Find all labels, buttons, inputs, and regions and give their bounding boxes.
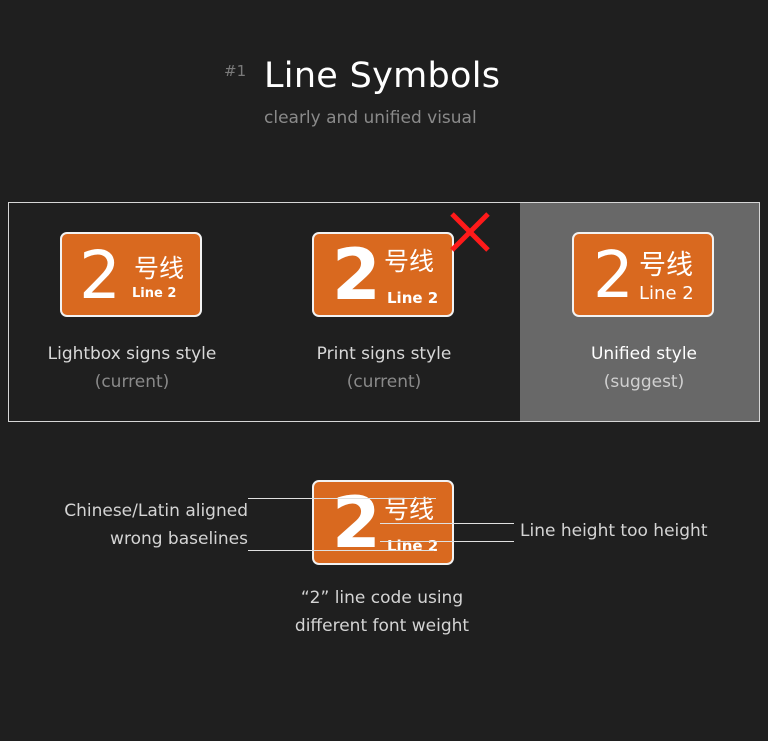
line-chinese-label: 号线 — [384, 247, 435, 276]
line-chinese-label: 号线 — [639, 250, 693, 281]
annotation-line: Chinese/Latin aligned — [64, 501, 248, 521]
annotation-font-weight: “2” line code using different font weigh… — [272, 584, 492, 640]
caption-lightbox: Lightbox signs style (current) — [20, 340, 244, 396]
annotation-line: “2” line code using — [300, 588, 464, 608]
variant-name: Lightbox signs style — [47, 344, 217, 364]
line-latin-label: Line 2 — [639, 283, 694, 304]
annotation-line-height: Line height too height — [520, 521, 708, 541]
page-subtitle: clearly and unified visual — [264, 108, 477, 128]
line-code: 2 — [79, 237, 121, 314]
variant-name: Unified style — [590, 344, 698, 364]
section-number: #1 — [224, 62, 247, 80]
annotation-baselines: Chinese/Latin aligned wrong baselines — [20, 497, 248, 553]
reject-x-icon — [450, 212, 490, 252]
line-latin-label: Line 2 — [387, 289, 439, 307]
line-code: 2 — [332, 234, 381, 316]
line-height-guide-bottom — [380, 541, 514, 542]
variant-name: Print signs style — [316, 344, 452, 364]
line-badge-print: 2 号线 Line 2 — [312, 232, 454, 317]
caption-unified: Unified style (suggest) — [532, 340, 756, 396]
line-badge-lightbox: 2 号线 Line 2 — [60, 232, 202, 317]
line-chinese-label: 号线 — [384, 495, 435, 524]
caption-print: Print signs style (current) — [272, 340, 496, 396]
line-latin-label: Line 2 — [132, 286, 177, 301]
variant-status: (current) — [94, 372, 170, 392]
baseline-guide-top — [248, 498, 436, 499]
line-code: 2 — [593, 239, 634, 313]
page-title: Line Symbols — [264, 56, 501, 96]
line-badge-unified: 2 号线 Line 2 — [572, 232, 714, 317]
annotation-line: wrong baselines — [110, 529, 248, 549]
baseline-guide-bottom — [248, 550, 434, 551]
line-chinese-label: 号线 — [134, 254, 185, 283]
variant-status: (current) — [346, 372, 422, 392]
variant-status: (suggest) — [603, 372, 685, 392]
line-height-guide-top — [380, 523, 514, 524]
annotation-line: different font weight — [294, 616, 470, 636]
